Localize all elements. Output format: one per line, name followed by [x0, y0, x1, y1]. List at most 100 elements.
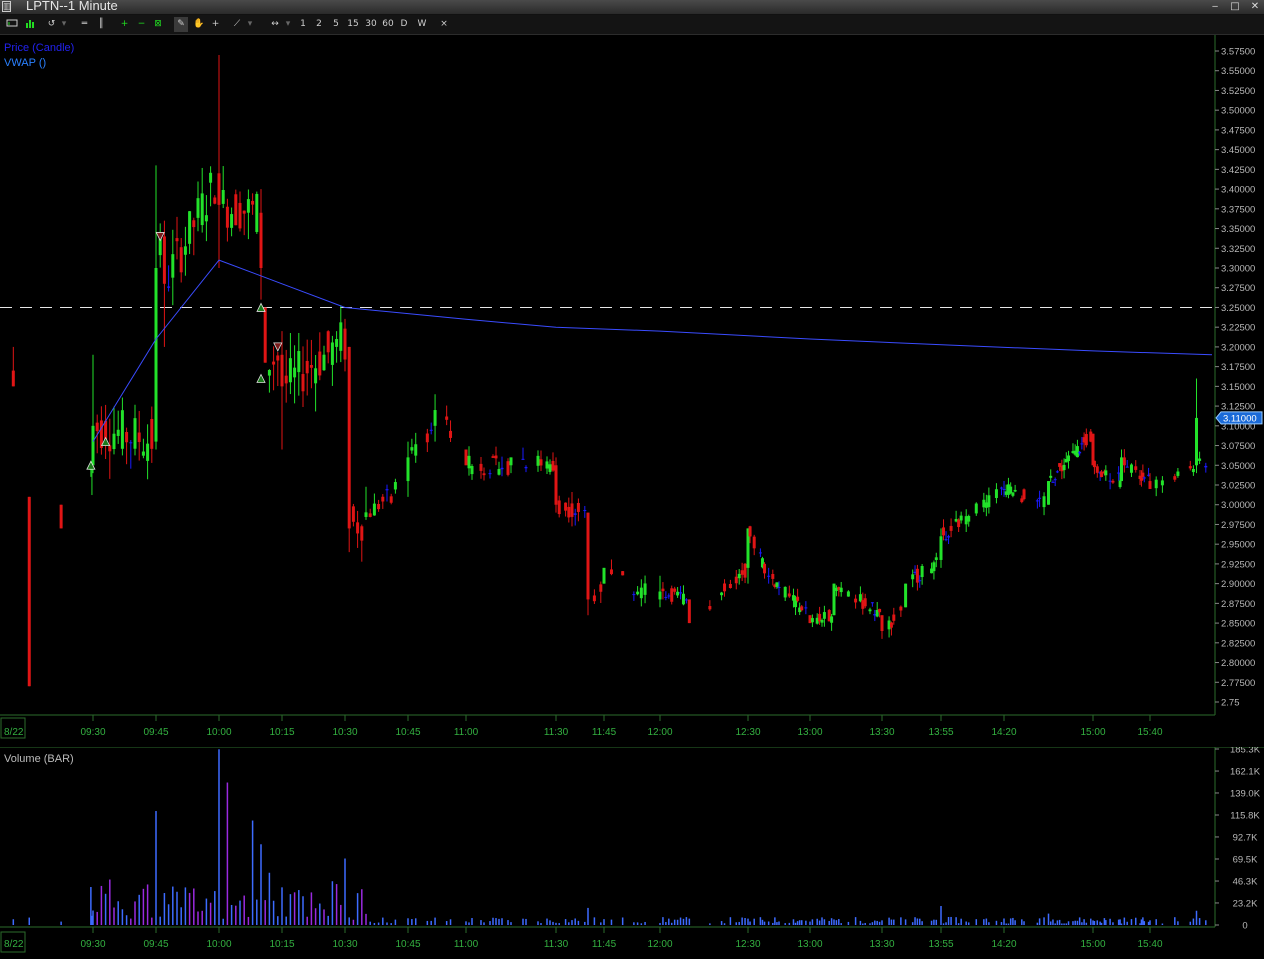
legend-price-candle[interactable]: Price (Candle) [4, 42, 74, 54]
volume-bar [298, 890, 300, 925]
candle-body [763, 563, 767, 574]
zoom-in-icon[interactable]: + [119, 17, 130, 32]
volume-bar [138, 894, 140, 925]
interval-60-button[interactable]: 60 [381, 17, 395, 32]
scroll-dropdown-icon[interactable]: ▾ [284, 17, 292, 32]
candle-body [318, 351, 322, 376]
candle-body [225, 206, 229, 228]
volume-bar [673, 919, 676, 925]
interval-1-button[interactable]: 1 [298, 17, 308, 32]
scroll-arrows-icon[interactable]: ↔ [267, 17, 283, 32]
time-tick-label: 13:00 [797, 727, 822, 738]
toolbar-close-icon[interactable]: × [438, 17, 450, 32]
volume-bar [340, 904, 342, 925]
legend-volume[interactable]: Volume (BAR) [4, 753, 74, 765]
volume-chart[interactable]: 185.3K 162.1K 139.0K 115.8K 92.7K 69.5K 46.3K 2… [0, 745, 1264, 954]
volume-bar [1000, 922, 1003, 925]
trendline-dropdown-icon[interactable]: ▾ [246, 17, 254, 32]
volume-bar [163, 893, 166, 925]
volume-bar [900, 917, 902, 925]
fit-icon[interactable]: ⊠ [152, 17, 164, 32]
candle-body [783, 586, 787, 598]
volume-bar [633, 922, 635, 925]
time-tick-label: 13:55 [928, 727, 953, 738]
volume-bar [805, 920, 807, 925]
volume-bar [1149, 920, 1151, 925]
candle-body [740, 570, 744, 575]
app-icon[interactable]: ▥ [2, 1, 12, 12]
volume-bar [1043, 917, 1045, 925]
candle-body [167, 286, 171, 288]
volume-pane[interactable]: 185.3K 162.1K 139.0K 115.8K 92.7K 69.5K 46.3K 2… [0, 745, 1264, 959]
volume-bar [911, 922, 914, 925]
candle-body [639, 587, 643, 599]
volume-bar [60, 921, 62, 925]
candle-body [1013, 489, 1017, 492]
price-chart[interactable]: 3.57500 3.55000 3.52500 3.50000 3.47500 3.450… [0, 35, 1264, 745]
candle-body [1160, 480, 1164, 486]
volume-bar [445, 921, 448, 925]
candle-body [720, 592, 724, 596]
close-button[interactable]: ✕ [1246, 0, 1264, 13]
legend-vwap[interactable]: VWAP () [4, 57, 46, 69]
volume-tick-label: 23.2K [1233, 898, 1258, 909]
volume-bar [811, 919, 814, 925]
volume-bar [1123, 917, 1126, 925]
candle-body [1051, 481, 1055, 483]
draw-pen-icon[interactable]: ✎ [174, 17, 188, 32]
undo-icon[interactable]: ↺ [45, 17, 58, 32]
volume-bar [1009, 918, 1012, 925]
interval-30-button[interactable]: 30 [364, 17, 378, 32]
interval-weekly-button[interactable]: W [416, 17, 428, 32]
volume-bar [394, 919, 397, 925]
candle-body [196, 198, 200, 218]
price-pane[interactable]: 3.57500 3.55000 3.52500 3.50000 3.47500 3.450… [0, 35, 1264, 750]
candle-body [1022, 489, 1026, 500]
chart-type-icon[interactable] [5, 17, 18, 32]
interval-2-button[interactable]: 2 [314, 17, 324, 32]
candle-body [59, 504, 63, 529]
interval-5-button[interactable]: 5 [331, 17, 341, 32]
candle-body [999, 487, 1003, 489]
volume-bar [323, 909, 325, 925]
candle-body [1118, 480, 1122, 487]
candle-body [521, 458, 525, 460]
volume-tick-label: 0 [1242, 921, 1247, 932]
minimize-button[interactable]: ‒ [1206, 0, 1224, 13]
zoom-out-icon[interactable]: − [136, 17, 147, 32]
volume-bar [761, 919, 764, 925]
volume-tick-label: 115.8K [1230, 811, 1260, 822]
undo-dropdown-icon[interactable]: ▾ [60, 17, 68, 32]
price-tick-label: 3.27500 [1221, 283, 1255, 294]
trendline-icon[interactable]: ⟋ [230, 17, 244, 32]
volume-bar [1054, 923, 1056, 925]
candle-body [564, 502, 568, 511]
volume-date-label: 8/22 [4, 939, 24, 950]
equal-lines-icon[interactable]: ═ [78, 17, 91, 32]
crosshair-icon[interactable]: + [209, 17, 222, 32]
volume-bar [838, 919, 840, 925]
bar-chart-icon[interactable] [23, 17, 36, 32]
volume-bar [180, 907, 182, 925]
candle-body [267, 369, 271, 376]
candle-body [868, 609, 872, 612]
candle-body [364, 512, 368, 517]
volume-bar [881, 920, 883, 925]
interval-15-button[interactable]: 15 [346, 17, 360, 32]
price-tick-label: 3.00000 [1221, 500, 1255, 511]
volume-time-tick-label: 15:40 [1137, 939, 1162, 950]
maximize-button[interactable]: □ [1226, 0, 1244, 13]
volume-bar [1092, 920, 1094, 925]
candle-body [213, 197, 217, 204]
volume-bar [130, 918, 132, 925]
volume-bar [809, 921, 811, 925]
pause-lines-icon[interactable]: ║ [96, 17, 106, 32]
time-tick-label: 10:30 [332, 727, 357, 738]
interval-daily-button[interactable]: D [398, 17, 410, 32]
candle-body [863, 598, 867, 607]
candle-body [676, 591, 680, 596]
volume-bar [243, 895, 245, 925]
hand-icon[interactable]: ✋ [192, 17, 206, 32]
volume-bar [947, 916, 950, 925]
volume-bar [735, 922, 738, 925]
